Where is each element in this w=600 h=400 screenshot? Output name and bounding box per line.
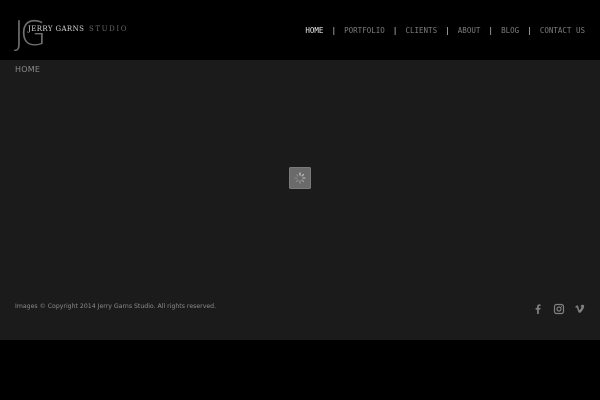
logo-wordmark: JERRY GARNS STUDIO [28,25,128,33]
nav-separator: | [528,25,531,35]
nav-separator: | [489,25,493,35]
nav-item-home[interactable]: HOME [305,26,323,35]
logo-name-text: JERRY GARNS [28,25,85,33]
nav-item-blog[interactable]: BLOG [501,26,519,35]
site-header: JG JERRY GARNS STUDIO HOME | PORTFOLIO |… [0,0,600,60]
copyright-text: Images © Copyright 2014 Jerry Garns Stud… [15,303,217,310]
nav-separator: | [332,25,336,35]
page-title: HOME [15,65,41,74]
page-bottom-bar [0,340,600,400]
nav-separator: | [393,25,397,35]
facebook-icon [535,304,541,314]
instagram-link[interactable] [553,300,565,315]
nav-item-about[interactable]: ABOUT [458,26,481,35]
nav-item-clients[interactable]: CLIENTS [405,26,437,35]
nav-separator: | [446,25,449,35]
logo-monogram: JG [14,14,46,54]
nav-item-contact-us[interactable]: CONTACT US [540,26,585,35]
vimeo-link[interactable] [574,300,586,313]
facebook-link[interactable] [532,300,544,314]
site-logo[interactable]: JG JERRY GARNS STUDIO [14,14,134,58]
nav-item-portfolio[interactable]: PORTFOLIO [344,26,385,35]
loading-indicator [289,167,311,189]
instagram-icon [553,303,565,315]
logo-studio-text: STUDIO [88,25,129,33]
social-links [523,300,586,315]
main-nav: HOME | PORTFOLIO | CLIENTS | ABOUT | BLO… [305,24,585,36]
main-content: HOME Images © Copyright 2014 Jerry Garns… [0,60,600,340]
spinner-icon [294,172,306,184]
vimeo-icon [575,304,585,313]
